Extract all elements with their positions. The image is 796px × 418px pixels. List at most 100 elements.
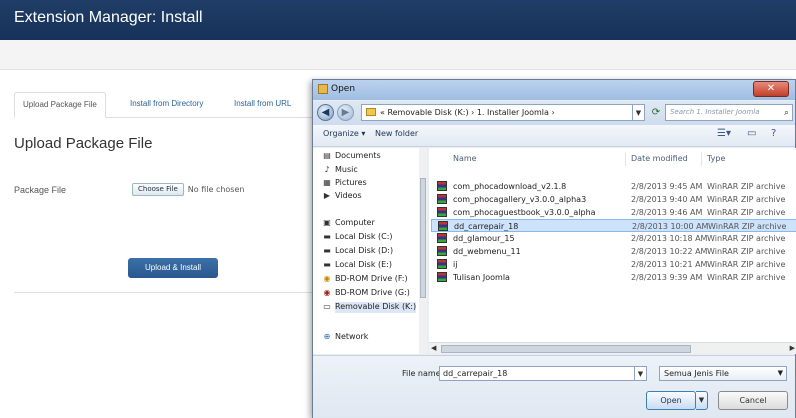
column-header-type[interactable]: Type [707, 154, 725, 163]
column-separator [701, 152, 702, 166]
navigation-pane: ▤ Documents ♪ Music ▦ Pictures ▶ Videos … [313, 148, 427, 354]
tab-install-directory[interactable]: Install from Directory [122, 92, 211, 118]
file-type-filter-value: Semua Jenis File [664, 369, 729, 378]
zip-archive-icon [437, 272, 447, 282]
file-date: 2/8/2013 9:40 AM [631, 195, 703, 204]
hscroll-thumb[interactable] [441, 345, 691, 353]
nav-item-videos[interactable]: Videos [335, 191, 362, 202]
pictures-icon: ▦ [323, 178, 331, 187]
file-type: WinRAR ZIP archive [707, 195, 786, 204]
address-bar[interactable]: « Removable Disk (K:) › 1. Installer Joo… [361, 104, 633, 121]
new-folder-button[interactable]: New folder [375, 129, 418, 138]
page-title: Extension Manager: Install [14, 9, 203, 26]
file-row[interactable]: dd_glamour_15 2/8/2013 10:18 AM WinRAR Z… [431, 232, 796, 245]
file-row[interactable]: com_phocagallery_v3.0.0_alpha3 2/8/2013 … [431, 193, 796, 206]
disc-drive-icon: ◉ [323, 274, 331, 283]
file-row[interactable]: dd_webmenu_11 2/8/2013 10:22 AM WinRAR Z… [431, 245, 796, 258]
file-date: 2/8/2013 10:00 AM [632, 222, 709, 231]
column-header-date[interactable]: Date modified [631, 154, 688, 163]
usb-drive-icon: ▭ [323, 302, 331, 311]
nav-item-bd-rom-f[interactable]: BD-ROM Drive (F:) [335, 274, 408, 285]
upload-install-button[interactable]: Upload & Install [128, 258, 218, 278]
file-type: WinRAR ZIP archive [707, 234, 786, 243]
column-header-name[interactable]: Name [453, 154, 477, 163]
scroll-right-icon[interactable]: ▶ [790, 344, 795, 352]
refresh-icon[interactable]: ⟳ [649, 104, 663, 121]
zip-archive-icon [437, 233, 447, 243]
dialog-title: Open [331, 84, 356, 94]
open-button[interactable]: Open [646, 391, 696, 410]
file-name-dropdown-icon[interactable]: ▼ [635, 366, 647, 381]
section-heading: Upload Package File [14, 135, 153, 152]
help-icon[interactable]: ? [771, 128, 776, 139]
nav-item-pictures[interactable]: Pictures [335, 178, 367, 189]
forward-icon[interactable]: ▶ [337, 104, 354, 121]
install-tabs: Upload Package File Install from Directo… [14, 92, 314, 118]
nav-item-local-disk-d[interactable]: Local Disk (D:) [335, 246, 393, 257]
file-type: WinRAR ZIP archive [708, 222, 787, 231]
address-dropdown-icon[interactable]: ▼ [633, 104, 645, 121]
computer-icon: ▣ [323, 218, 331, 227]
file-name-label: File name: [402, 369, 444, 378]
file-date: 2/8/2013 9:39 AM [631, 273, 703, 282]
search-placeholder: Search 1. Installer Joomla [670, 108, 760, 116]
file-name: ij [453, 260, 458, 269]
organize-button[interactable]: Organize ▾ [323, 129, 365, 138]
nav-item-music[interactable]: Music [335, 165, 358, 176]
column-separator [625, 152, 626, 166]
nav-item-computer[interactable]: Computer [335, 218, 375, 229]
file-type-filter[interactable]: Semua Jenis File ▼ [659, 366, 787, 381]
dialog-toolbar: Organize ▾ New folder ☰▾ ▭ ? [313, 125, 795, 147]
nav-scrollbar[interactable] [419, 148, 427, 354]
file-row[interactable]: ij 2/8/2013 10:21 AM WinRAR ZIP archive [431, 258, 796, 271]
view-options-icon[interactable]: ☰▾ [717, 128, 731, 139]
dialog-titlebar[interactable]: Open ✕ [313, 80, 795, 100]
zip-archive-icon [437, 181, 447, 191]
file-row-selected[interactable]: dd_carrepair_18 2/8/2013 10:00 AM WinRAR… [431, 219, 796, 232]
documents-icon: ▤ [323, 151, 331, 160]
file-date: 2/8/2013 10:21 AM [631, 260, 708, 269]
folder-icon [366, 108, 376, 116]
file-list-hscrollbar[interactable]: ◀ ▶ [429, 342, 796, 354]
app-icon [318, 84, 328, 94]
network-icon: ⊕ [323, 332, 331, 341]
nav-item-bd-rom-g[interactable]: BD-ROM Drive (G:) [335, 288, 410, 299]
file-type: WinRAR ZIP archive [707, 260, 786, 269]
nav-item-removable-disk[interactable]: Removable Disk (K:) [335, 302, 417, 313]
file-picker: Choose File No file chosen [132, 182, 244, 196]
back-icon[interactable]: ◀ [317, 104, 334, 121]
open-options-icon[interactable]: ▼ [696, 391, 708, 410]
file-status: No file chosen [187, 184, 245, 194]
divider [14, 292, 314, 293]
nav-scroll-thumb[interactable] [420, 178, 426, 298]
tab-install-url[interactable]: Install from URL [226, 92, 299, 118]
toolbar-strip [0, 40, 796, 70]
preview-pane-icon[interactable]: ▭ [747, 128, 756, 139]
disk-icon: ▬ [323, 260, 331, 269]
dialog-footer: File name: dd_carrepair_18 ▼ Semua Jenis… [313, 355, 795, 418]
open-dialog: Open ✕ ◀ ▶ « Removable Disk (K:) › 1. In… [312, 79, 796, 418]
disk-icon: ▬ [323, 246, 331, 255]
file-name: com_phocagallery_v3.0.0_alpha3 [453, 195, 587, 204]
zip-archive-icon [437, 259, 447, 269]
chevron-down-icon: ▼ [777, 369, 783, 377]
file-type: WinRAR ZIP archive [707, 182, 786, 191]
file-name: dd_carrepair_18 [454, 222, 519, 231]
tab-upload-package[interactable]: Upload Package File [14, 92, 106, 118]
zip-archive-icon [437, 207, 447, 217]
nav-item-documents[interactable]: Documents [335, 151, 381, 162]
file-date: 2/8/2013 10:18 AM [631, 234, 708, 243]
nav-item-network[interactable]: Network [335, 332, 368, 343]
file-name-input[interactable]: dd_carrepair_18 [439, 366, 635, 381]
close-button[interactable]: ✕ [753, 81, 789, 97]
nav-item-local-disk-e[interactable]: Local Disk (E:) [335, 260, 392, 271]
cancel-button[interactable]: Cancel [718, 391, 788, 410]
nav-item-local-disk-c[interactable]: Local Disk (C:) [335, 232, 393, 243]
search-input[interactable]: Search 1. Installer Joomla ⌕ [665, 104, 793, 121]
scroll-left-icon[interactable]: ◀ [431, 344, 436, 352]
file-row[interactable]: Tulisan Joomla 2/8/2013 9:39 AM WinRAR Z… [431, 271, 796, 284]
file-row[interactable]: com_phocadownload_v2.1.8 2/8/2013 9:45 A… [431, 180, 796, 193]
choose-file-button[interactable]: Choose File [132, 182, 184, 196]
file-row[interactable]: com_phocaguestbook_v3.0.0_alpha 2/8/2013… [431, 206, 796, 219]
file-name: dd_glamour_15 [453, 234, 515, 243]
